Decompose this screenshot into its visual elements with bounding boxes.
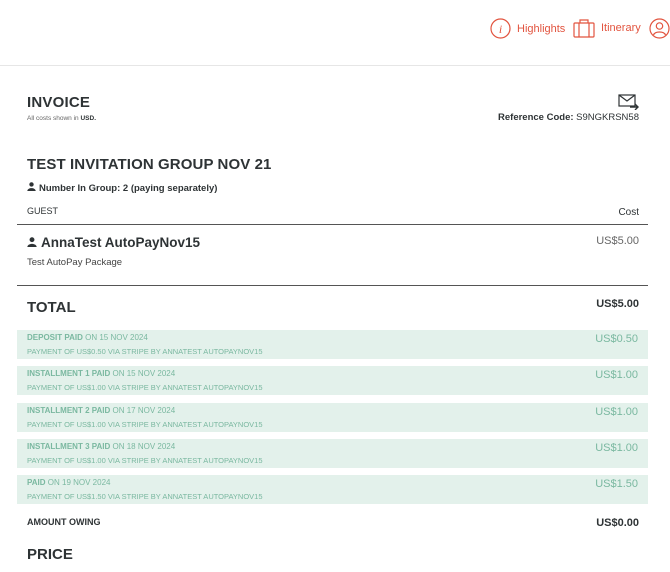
payment-status: INSTALLMENT 1 PAID bbox=[27, 369, 111, 378]
price-section-title: PRICE bbox=[27, 546, 73, 563]
header-divider bbox=[17, 224, 648, 225]
guest-column-header: GUEST bbox=[27, 206, 59, 216]
payment-date: ON 18 NOV 2024 bbox=[112, 442, 176, 451]
group-count: Number In Group: 2 (paying separately) bbox=[27, 182, 217, 194]
payment-amount: US$1.00 bbox=[595, 369, 638, 381]
guest-name-text: AnnaTest AutoPayNov15 bbox=[41, 235, 201, 250]
payment-row: INSTALLMENT 1 PAID ON 15 NOV 2024 PAYMEN… bbox=[17, 366, 648, 395]
total-label: TOTAL bbox=[27, 299, 76, 316]
payment-title: INSTALLMENT 1 PAID ON 15 NOV 2024 bbox=[27, 369, 175, 378]
payment-description: PAYMENT OF US$0.50 VIA STRIPE BY ANNATES… bbox=[27, 347, 263, 356]
reference-code-value: S9NGKRSN58 bbox=[576, 112, 639, 123]
payment-row: INSTALLMENT 3 PAID ON 18 NOV 2024 PAYMEN… bbox=[17, 439, 648, 468]
invoice-title: INVOICE bbox=[27, 94, 91, 111]
svg-text:i: i bbox=[499, 22, 502, 36]
total-divider bbox=[17, 285, 648, 286]
user-settings-icon bbox=[649, 18, 670, 39]
amount-owing-label: AMOUNT OWING bbox=[27, 517, 101, 527]
total-value: US$5.00 bbox=[596, 298, 639, 310]
payment-description: PAYMENT OF US$1.00 VIA STRIPE BY ANNATES… bbox=[27, 456, 263, 465]
payment-amount: US$1.00 bbox=[595, 442, 638, 454]
nav-account-button[interactable] bbox=[649, 18, 670, 39]
guest-cost: US$5.00 bbox=[596, 235, 639, 247]
person-icon bbox=[27, 182, 39, 194]
currency-code: USD. bbox=[80, 115, 97, 122]
payment-description: PAYMENT OF US$1.00 VIA STRIPE BY ANNATES… bbox=[27, 383, 263, 392]
payment-amount: US$0.50 bbox=[595, 333, 638, 345]
nav-itinerary-label: Itinerary bbox=[601, 22, 641, 34]
payment-amount: US$1.50 bbox=[595, 478, 638, 490]
nav-itinerary-link[interactable]: Itinerary bbox=[573, 18, 641, 38]
payment-description: PAYMENT OF US$1.50 VIA STRIPE BY ANNATES… bbox=[27, 492, 263, 501]
top-nav-bar: i Highlights Itinerary bbox=[0, 0, 670, 66]
group-title: TEST INVITATION GROUP NOV 21 bbox=[27, 156, 272, 173]
payment-amount: US$1.00 bbox=[595, 406, 638, 418]
payment-row: DEPOSIT PAID ON 15 NOV 2024 PAYMENT OF U… bbox=[17, 330, 648, 359]
reference-code-line: Reference Code: S9NGKRSN58 bbox=[498, 112, 639, 123]
payment-status: INSTALLMENT 3 PAID bbox=[27, 442, 111, 451]
amount-owing-value: US$0.00 bbox=[596, 517, 639, 529]
payment-row: PAID ON 19 NOV 2024 PAYMENT OF US$1.50 V… bbox=[17, 475, 648, 504]
payment-date: ON 15 NOV 2024 bbox=[85, 333, 148, 342]
payment-date: ON 15 NOV 2024 bbox=[112, 369, 176, 378]
payment-status: INSTALLMENT 2 PAID bbox=[27, 406, 111, 415]
nav-highlights-link[interactable]: i Highlights bbox=[490, 18, 565, 39]
group-count-text: Number In Group: 2 (paying separately) bbox=[39, 182, 218, 194]
payment-description: PAYMENT OF US$1.00 VIA STRIPE BY ANNATES… bbox=[27, 420, 263, 429]
payment-title: INSTALLMENT 2 PAID ON 17 NOV 2024 bbox=[27, 406, 175, 415]
payment-title: PAID ON 19 NOV 2024 bbox=[27, 478, 110, 487]
nav-highlights-label: Highlights bbox=[517, 22, 566, 35]
payment-status: DEPOSIT PAID bbox=[27, 333, 83, 342]
payment-row: INSTALLMENT 2 PAID ON 17 NOV 2024 PAYMEN… bbox=[17, 403, 648, 432]
payment-date: ON 17 NOV 2024 bbox=[112, 406, 176, 415]
cost-column-header: Cost bbox=[618, 207, 639, 218]
payment-status: PAID bbox=[27, 478, 46, 487]
payment-title: DEPOSIT PAID ON 15 NOV 2024 bbox=[27, 333, 148, 342]
person-icon bbox=[27, 235, 41, 250]
reference-code-label: Reference Code: bbox=[498, 112, 574, 123]
guest-name: AnnaTest AutoPayNov15 bbox=[27, 235, 200, 250]
payment-title: INSTALLMENT 3 PAID ON 18 NOV 2024 bbox=[27, 442, 175, 451]
payment-date: ON 19 NOV 2024 bbox=[47, 478, 111, 487]
info-circle-icon: i bbox=[490, 18, 511, 39]
suitcase-icon bbox=[573, 18, 595, 38]
guest-package: Test AutoPay Package bbox=[27, 257, 123, 268]
costs-currency-note: All costs shown in USD. bbox=[27, 115, 96, 122]
costs-note-prefix: All costs shown in bbox=[27, 115, 79, 122]
